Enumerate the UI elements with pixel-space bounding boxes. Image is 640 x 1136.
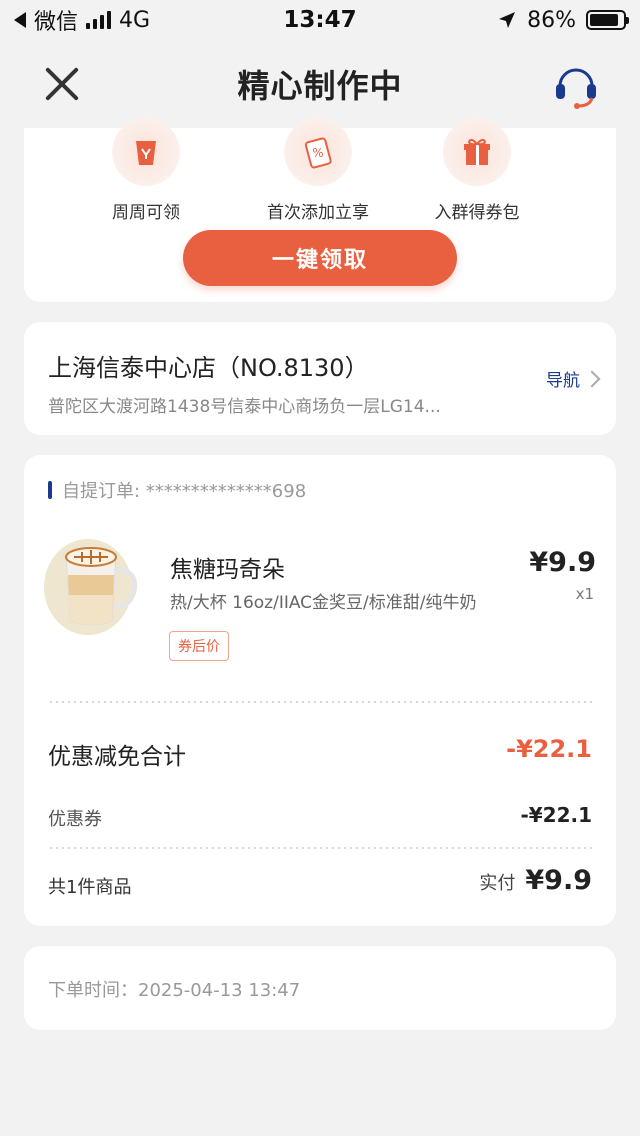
after-coupon-tag: 券后价 <box>169 631 229 661</box>
perk-label: 入群得券包 <box>434 203 520 223</box>
back-to-app-icon[interactable] <box>14 12 26 28</box>
product-name: 焦糖玛奇朵 <box>170 557 285 583</box>
product-quantity: x1 <box>575 585 594 603</box>
coupon-ticket-icon: % <box>284 118 352 186</box>
svg-text:%: % <box>312 146 323 160</box>
coupon-value: -¥22.1 <box>520 803 592 827</box>
gift-box-icon <box>443 118 511 186</box>
store-name: 上海信泰中心店（NO.8130） <box>48 354 369 382</box>
order-header: 自提订单: **************698 <box>48 477 306 503</box>
paid-label: 实付 <box>479 873 516 894</box>
nav-bar: 精心制作中 <box>0 40 640 128</box>
order-time-card: 下单时间：2025-04-13 13:47 <box>24 946 616 1030</box>
perk-label: 周周可领 <box>112 203 180 223</box>
close-button[interactable] <box>42 64 82 104</box>
battery-percent: 86% <box>527 7 576 33</box>
status-right: 86% <box>497 7 629 33</box>
header-accent-bar <box>48 481 52 499</box>
store-address: 普陀区大渡河路1438号信泰中心商场负一层LG14... <box>48 397 441 417</box>
page-title: 精心制作中 <box>237 67 403 105</box>
perk-label: 首次添加立享 <box>267 203 369 223</box>
signal-icon <box>86 11 112 29</box>
cup-deer-icon <box>112 118 180 186</box>
chevron-right-icon <box>583 370 601 387</box>
order-card: 自提订单: **************698 焦糖玛奇朵 热/大杯 16oz/… <box>24 455 616 926</box>
discount-title: 优惠减免合计 <box>48 744 186 770</box>
status-bar: 微信 4G 13:47 86% <box>0 0 640 40</box>
perk-weekly[interactable]: 周周可领 <box>66 118 226 223</box>
item-count: 共1件商品 <box>48 877 132 898</box>
dotted-divider <box>48 847 592 849</box>
product-spec: 热/大杯 16oz/IIAC金奖豆/标准甜/纯牛奶 <box>170 593 477 613</box>
network-label: 4G <box>119 7 151 33</box>
coupon-label: 优惠券 <box>48 809 102 830</box>
product-image <box>44 539 138 635</box>
dotted-divider <box>48 701 592 703</box>
store-card: 上海信泰中心店（NO.8130） 普陀区大渡河路1438号信泰中心商场负一层LG… <box>24 322 616 435</box>
product-price: ¥9.9 <box>529 547 596 578</box>
order-time: 下单时间：2025-04-13 13:47 <box>48 980 301 1001</box>
status-left: 微信 4G <box>14 4 150 36</box>
order-number: 自提订单: **************698 <box>62 481 307 502</box>
coupon-perks-card: 周周可领 % 首次添加立享 入群得券包 一键领取 <box>24 118 616 302</box>
location-arrow-icon <box>499 12 516 28</box>
navigate-link[interactable]: 导航 <box>546 366 601 391</box>
paid-value: ¥9.9 <box>525 865 592 896</box>
discount-total: -¥22.1 <box>506 735 592 763</box>
paid-amount: 实付 ¥9.9 <box>479 865 592 896</box>
customer-service-icon[interactable] <box>552 60 600 110</box>
navigate-label: 导航 <box>546 371 580 391</box>
perk-join-group[interactable]: 入群得券包 <box>397 118 557 223</box>
battery-icon <box>586 10 629 30</box>
claim-all-button[interactable]: 一键领取 <box>183 230 457 286</box>
carrier-label[interactable]: 微信 <box>34 4 78 36</box>
perk-first-add[interactable]: % 首次添加立享 <box>238 118 398 223</box>
